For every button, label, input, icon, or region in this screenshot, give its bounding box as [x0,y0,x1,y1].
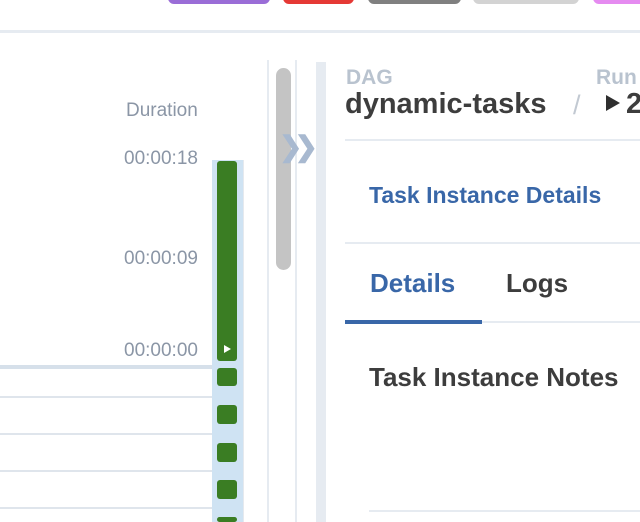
active-tab-indicator [345,320,482,324]
task-instance-details-link[interactable]: Task Instance Details [369,182,601,209]
double-chevron-right-icon[interactable]: ❯❯ [279,130,318,163]
tab-bar-divider [482,321,640,323]
notes-divider [369,510,640,512]
duration-tick-mid: 00:00:09 [124,248,198,269]
breadcrumb-dag-label: DAG [346,66,393,89]
task-instance-cell[interactable] [217,443,237,462]
breadcrumb-dag-id[interactable]: dynamic-tasks [345,88,547,121]
task-instance-cell[interactable] [217,517,237,522]
task-instance-cell[interactable] [217,480,237,499]
status-chip-skipped[interactable] [368,0,461,4]
table-row [0,396,212,398]
table-row [0,507,212,509]
play-icon [606,95,620,111]
table-row [0,470,212,472]
grid-header-divider [0,365,212,369]
table-row [0,433,212,435]
duration-tick-min: 00:00:00 [124,340,198,361]
top-divider [0,30,640,33]
status-chip-queued[interactable] [168,0,270,4]
header-divider [345,139,640,141]
tab-logs[interactable]: Logs [506,268,568,299]
status-chip-no-status[interactable] [473,0,579,4]
status-chip-deferred[interactable] [593,0,640,4]
panel-resize-handle[interactable] [316,62,326,522]
task-instance-cell[interactable] [217,368,237,386]
status-chip-failed[interactable] [283,0,354,4]
breadcrumb-separator: / [573,90,581,120]
section-divider [345,242,640,244]
tab-details[interactable]: Details [370,268,455,299]
duration-tick-max: 00:00:18 [124,148,198,169]
breadcrumb-run-id[interactable]: 2 [626,88,640,121]
task-instance-cell[interactable] [217,405,237,424]
run-duration-bar[interactable] [217,161,237,361]
breadcrumb-run-label: Run [596,66,637,89]
column-divider [243,160,244,522]
scrollbar-thumb[interactable] [276,68,291,270]
duration-header: Duration [126,100,198,121]
task-instance-notes-heading: Task Instance Notes [369,362,619,392]
manual-run-icon [224,345,231,353]
